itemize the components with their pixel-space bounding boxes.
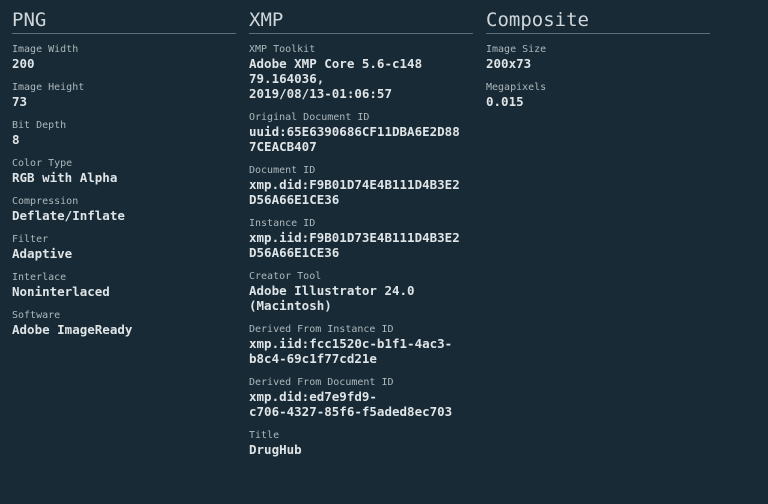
field-megapixels: Megapixels 0.015 (486, 81, 710, 109)
field-value: Adaptive (12, 246, 73, 261)
field-image-width: Image Width 200 (12, 43, 236, 71)
field-label: XMP Toolkit (249, 44, 316, 55)
field-value: xmp.iid:F9B01D73E4B111D4B3E2 D56A66E1CE3… (249, 230, 460, 260)
field-label: Compression (12, 196, 79, 207)
field-instance-id: Instance ID xmp.iid:F9B01D73E4B111D4B3E2… (249, 217, 473, 260)
field-label: Title (249, 430, 280, 441)
field-value: RGB with Alpha (12, 170, 118, 185)
field-label: Megapixels (486, 82, 547, 93)
field-title: Title DrugHub (249, 429, 473, 457)
field-label: Filter (12, 234, 49, 245)
field-value: 200 (12, 56, 35, 71)
field-label: Derived From Instance ID (249, 324, 394, 335)
field-derived-from-document-id: Derived From Document ID xmp.did:ed7e9fd… (249, 376, 473, 419)
field-label: Instance ID (249, 218, 316, 229)
field-document-id: Document ID xmp.did:F9B01D74E4B111D4B3E2… (249, 164, 473, 207)
field-software: Software Adobe ImageReady (12, 309, 236, 337)
field-label: Image Height (12, 82, 85, 93)
field-label: Bit Depth (12, 120, 67, 131)
composite-section: Composite Image Size 200x73 Megapixels 0… (486, 8, 710, 119)
section-divider (486, 33, 710, 34)
field-value: xmp.did:ed7e9fd9- c706-4327-85f6-f5aded8… (249, 389, 453, 419)
field-value: xmp.iid:fcc1520c-b1f1-4ac3- b8c4-69c1f77… (249, 336, 453, 366)
section-title-composite: Composite (486, 9, 589, 31)
field-bit-depth: Bit Depth 8 (12, 119, 236, 147)
field-image-size: Image Size 200x73 (486, 43, 710, 71)
section-title-png: PNG (12, 9, 47, 31)
field-value: Deflate/Inflate (12, 208, 125, 223)
field-label: Document ID (249, 165, 316, 176)
field-value: DrugHub (249, 442, 302, 457)
field-interlace: Interlace Noninterlaced (12, 271, 236, 299)
field-derived-from-instance-id: Derived From Instance ID xmp.iid:fcc1520… (249, 323, 473, 366)
section-divider (12, 33, 236, 34)
field-label: Color Type (12, 158, 73, 169)
field-label: Software (12, 310, 61, 321)
field-label: Derived From Document ID (249, 377, 394, 388)
field-value: Adobe XMP Core 5.6-c148 79.164036, 2019/… (249, 56, 423, 101)
field-value: Noninterlaced (12, 284, 110, 299)
field-label: Image Size (486, 44, 547, 55)
field-xmp-toolkit: XMP Toolkit Adobe XMP Core 5.6-c148 79.1… (249, 43, 473, 101)
field-label: Interlace (12, 272, 67, 283)
field-value: 73 (12, 94, 28, 109)
section-divider (249, 33, 473, 34)
field-original-document-id: Original Document ID uuid:65E6390686CF11… (249, 111, 473, 154)
field-creator-tool: Creator Tool Adobe Illustrator 24.0 (Mac… (249, 270, 473, 313)
field-color-type: Color Type RGB with Alpha (12, 157, 236, 185)
field-value: 8 (12, 132, 20, 147)
field-label: Creator Tool (249, 271, 322, 282)
field-value: Adobe Illustrator 24.0 (Macintosh) (249, 283, 415, 313)
field-compression: Compression Deflate/Inflate (12, 195, 236, 223)
xmp-section: XMP XMP Toolkit Adobe XMP Core 5.6-c148 … (249, 8, 473, 467)
field-value: 0.015 (486, 94, 524, 109)
field-value: uuid:65E6390686CF11DBA6E2D88 7CEACB407 (249, 124, 460, 154)
png-section: PNG Image Width 200 Image Height 73 Bit … (12, 8, 236, 347)
field-value: 200x73 (486, 56, 532, 71)
field-image-height: Image Height 73 (12, 81, 236, 109)
field-label: Image Width (12, 44, 79, 55)
field-label: Original Document ID (249, 112, 370, 123)
field-value: Adobe ImageReady (12, 322, 133, 337)
section-title-xmp: XMP (249, 9, 284, 31)
field-value: xmp.did:F9B01D74E4B111D4B3E2 D56A66E1CE3… (249, 177, 460, 207)
field-filter: Filter Adaptive (12, 233, 236, 261)
